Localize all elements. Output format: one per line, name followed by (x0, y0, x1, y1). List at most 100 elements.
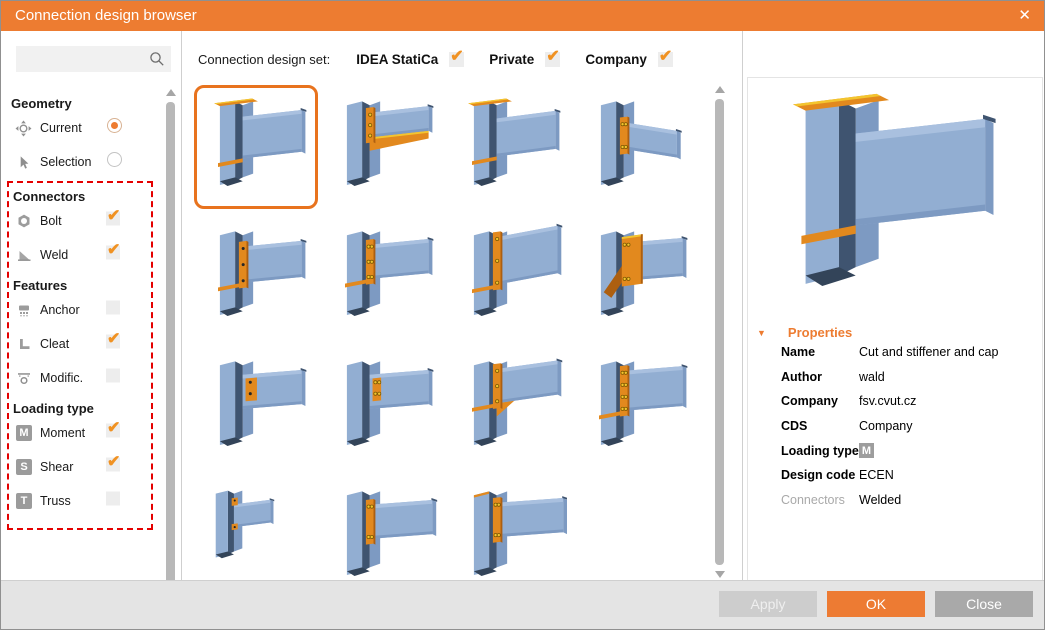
filter-item-moment[interactable]: MMoment (9, 416, 151, 450)
connection-render (580, 92, 694, 202)
sidebar-scrollbar[interactable] (164, 89, 178, 603)
property-row-name: NameCut and stiffener and cap (757, 340, 1037, 365)
checkbox-modific[interactable] (106, 369, 120, 383)
search-icon (148, 50, 166, 73)
radio-selection[interactable] (107, 152, 122, 167)
properties-title: Properties (788, 325, 852, 340)
property-label: Company (781, 394, 859, 408)
design-set-option-label: Private (489, 52, 534, 67)
shear-badge-icon: S (15, 458, 33, 476)
thumbnail-3[interactable] (448, 85, 572, 209)
thumbnail-6[interactable] (321, 215, 445, 339)
scrollbar-thumb[interactable] (166, 102, 175, 590)
thumbnail-11[interactable] (448, 345, 572, 469)
property-label: CDS (781, 419, 859, 433)
filter-section-heading: Connectors (13, 189, 151, 204)
property-label: Loading type (781, 444, 859, 458)
footer-buttons: Apply OK Close (719, 591, 1033, 617)
filter-item-shear[interactable]: SShear (9, 450, 151, 484)
cleat-icon (15, 335, 33, 353)
design-set-option-company: Company (585, 52, 673, 67)
checkbox-truss[interactable] (106, 492, 120, 506)
scroll-up-icon[interactable] (166, 89, 176, 96)
thumbnail-9[interactable] (194, 345, 318, 469)
filter-item-weld[interactable]: Weld (9, 238, 151, 272)
design-set-bar: Connection design set: IDEA StatiCaPriva… (198, 48, 698, 70)
truss-badge-icon: T (15, 492, 33, 510)
scrollbar-thumb[interactable] (715, 99, 724, 565)
thumbnail-1[interactable] (194, 85, 318, 209)
filter-label: Anchor (40, 303, 80, 317)
connection-render (453, 222, 567, 332)
property-value: ECEN (859, 468, 894, 482)
bolt-icon (15, 212, 33, 230)
checkbox-weld[interactable] (106, 246, 120, 260)
close-icon[interactable]: ✕ (1018, 6, 1031, 24)
properties-rows: NameCut and stiffener and capAuthorwaldC… (757, 340, 1037, 512)
property-value: wald (859, 370, 885, 384)
filter-item-selection[interactable]: Selection (1, 145, 163, 179)
connection-render (199, 222, 313, 332)
window-title: Connection design browser (15, 7, 197, 24)
grid-scrollbar[interactable] (713, 86, 727, 578)
filter-item-modific[interactable]: Modific. (9, 361, 151, 395)
filter-item-bolt[interactable]: Bolt (9, 204, 151, 238)
scroll-up-icon[interactable] (715, 86, 725, 93)
filter-label: Modific. (40, 371, 83, 385)
footer-bar: Apply OK Close (1, 580, 1044, 629)
design-set-option-ideastatica: IDEA StatiCa (356, 52, 464, 67)
connection-render (326, 352, 440, 462)
apply-button[interactable]: Apply (719, 591, 817, 617)
checkbox-shear[interactable] (106, 458, 120, 472)
move-icon (14, 119, 32, 137)
checkbox-anchor[interactable] (106, 301, 120, 315)
connection-render (580, 222, 694, 332)
filter-item-cleat[interactable]: Cleat (9, 327, 151, 361)
design-grid-area: Connection design set: IDEA StatiCaPriva… (182, 31, 742, 581)
thumbnail-5[interactable] (194, 215, 318, 339)
design-set-checkbox[interactable] (658, 52, 673, 67)
thumbnail-10[interactable] (321, 345, 445, 469)
properties-header[interactable]: ▼ Properties (757, 325, 1037, 340)
checkbox-cleat[interactable] (106, 335, 120, 349)
thumbnail-2[interactable] (321, 85, 445, 209)
design-set-option-private: Private (489, 52, 560, 67)
filter-label: Current (40, 121, 82, 135)
design-set-checkbox[interactable] (545, 52, 560, 67)
thumbnail-4[interactable] (575, 85, 699, 209)
radio-current[interactable] (107, 118, 122, 133)
property-value: Welded (859, 493, 901, 507)
connection-render (199, 352, 313, 462)
cursor-icon (14, 153, 32, 171)
design-set-checkbox[interactable] (449, 52, 464, 67)
filter-item-anchor[interactable]: Anchor (9, 293, 151, 327)
filter-item-truss[interactable]: T Truss (9, 484, 151, 518)
filter-section-heading: Features (13, 278, 151, 293)
connection-render (453, 92, 567, 202)
property-value: Cut and stiffener and cap (859, 345, 998, 359)
thumbnail-7[interactable] (448, 215, 572, 339)
property-label: Name (781, 345, 859, 359)
checkbox-moment[interactable] (106, 424, 120, 438)
checkbox-bolt[interactable] (106, 212, 120, 226)
connection-render (580, 352, 694, 462)
scroll-down-icon[interactable] (715, 571, 725, 578)
property-row-company: Companyfsv.cvut.cz (757, 389, 1037, 414)
filter-label: Truss (40, 494, 71, 508)
filter-label: Weld (40, 248, 68, 262)
property-label: Author (781, 370, 859, 384)
thumbnail-12[interactable] (575, 345, 699, 469)
filter-item-current[interactable]: Current (1, 111, 163, 145)
ok-button[interactable]: OK (827, 591, 925, 617)
property-value: fsv.cvut.cz (859, 394, 916, 408)
close-button[interactable]: Close (935, 591, 1033, 617)
connection-preview (768, 79, 1006, 305)
connection-render (326, 482, 440, 592)
anchor-icon (15, 301, 33, 319)
connection-render (326, 92, 440, 202)
filter-highlight-box: ConnectorsBolt Weld Features Anchor Cleat Mod… (7, 181, 153, 530)
loading-type-badge: M (859, 443, 874, 458)
property-label: Design code (781, 468, 859, 482)
thumbnail-8[interactable] (575, 215, 699, 339)
search-input[interactable] (22, 49, 144, 71)
